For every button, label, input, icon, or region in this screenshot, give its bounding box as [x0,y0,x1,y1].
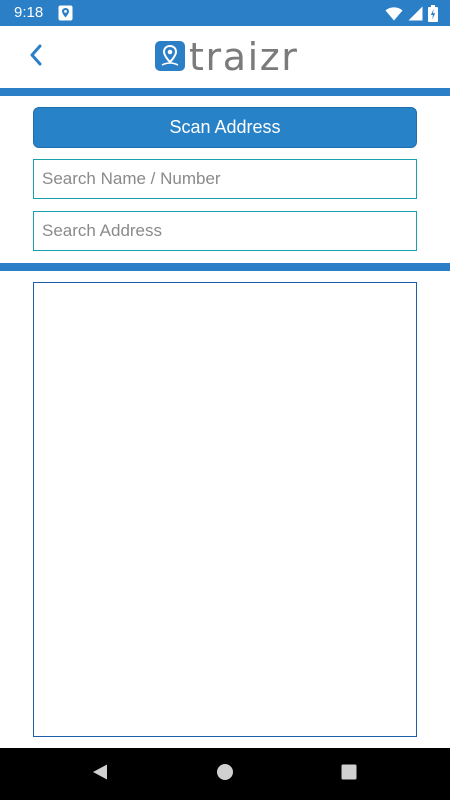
chevron-left-icon [29,44,43,71]
back-button[interactable] [22,42,50,72]
logo-pin-icon [155,40,185,74]
location-pin-icon [58,5,73,21]
results-list[interactable] [33,282,417,737]
signal-icon [408,6,423,26]
logo-text: traizr [189,35,299,79]
wifi-icon [385,6,403,26]
status-icons [385,5,438,27]
app-logo: traizr [155,37,299,77]
header-divider [0,88,450,96]
search-divider [0,263,450,271]
home-circle-icon [216,763,234,786]
system-nav-bar [0,748,450,800]
nav-home-button[interactable] [212,762,238,786]
nav-back-button[interactable] [87,762,113,786]
status-time: 9:18 [14,4,44,21]
app-header: traizr [0,26,450,88]
recents-square-icon [341,764,357,785]
status-bar: 9:18 [0,0,450,26]
scan-address-button[interactable]: Scan Address [33,107,417,148]
search-name-number-input[interactable] [33,159,417,199]
battery-charging-icon [428,5,438,27]
back-triangle-icon [91,763,109,786]
nav-recents-button[interactable] [336,762,362,786]
search-address-input[interactable] [33,211,417,251]
